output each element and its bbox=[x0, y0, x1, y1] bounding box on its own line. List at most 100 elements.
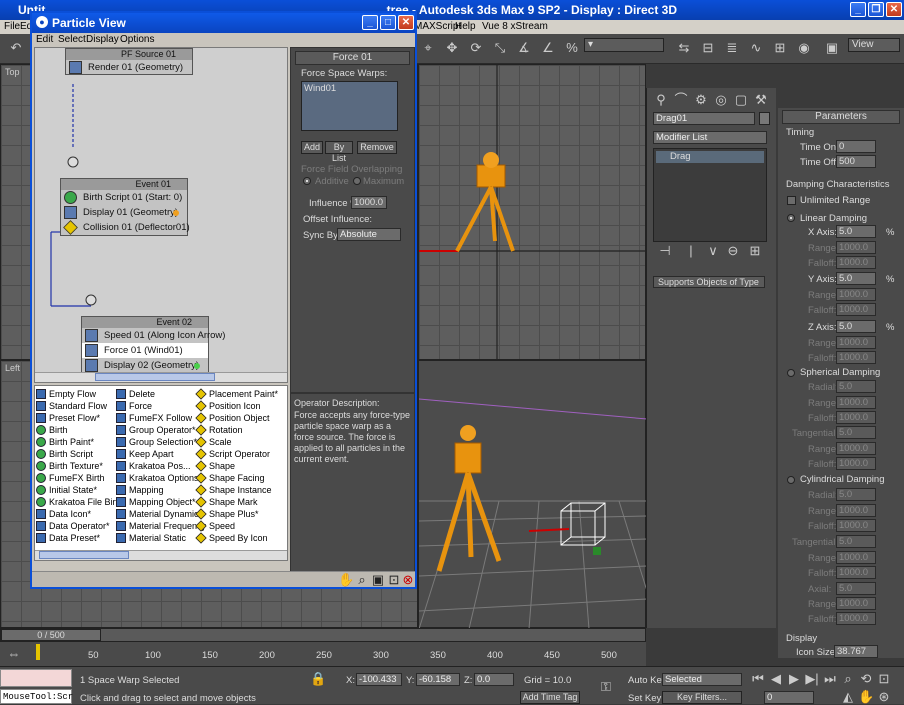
graph-horizontal-scrollbar[interactable] bbox=[35, 372, 287, 382]
radial-range-spinner[interactable]: 1000.0 bbox=[836, 396, 876, 409]
depot-item[interactable]: Birth bbox=[35, 424, 115, 436]
x-axis-spinner[interactable]: 5.0 bbox=[836, 225, 876, 238]
depot-item[interactable]: Script Operator bbox=[195, 448, 285, 460]
event01-title[interactable]: Event 01 bbox=[61, 179, 187, 190]
prev-frame-icon[interactable]: ◀ bbox=[768, 671, 784, 687]
depot-item[interactable]: Shape Instance bbox=[195, 484, 285, 496]
maxscript-mini-listener[interactable] bbox=[0, 669, 72, 687]
pv-maximize-button[interactable]: □ bbox=[380, 15, 396, 30]
force-space-warps-list[interactable]: Wind01 bbox=[301, 81, 398, 131]
event01-node[interactable]: Event 01 Birth Script 01 (Start: 0) Disp… bbox=[60, 178, 190, 236]
depot-scrollbar[interactable] bbox=[35, 550, 287, 560]
motion-tab-icon[interactable]: ◎ bbox=[713, 92, 729, 108]
remove-button[interactable]: Remove bbox=[357, 141, 397, 154]
force-rollout-header[interactable]: Force 01 bbox=[295, 51, 410, 65]
show-end-result-icon[interactable]: | bbox=[683, 243, 699, 259]
object-name-field[interactable]: Drag01 bbox=[653, 112, 755, 125]
pv-menu-display[interactable]: Display bbox=[86, 34, 119, 45]
depot-item[interactable]: Material Frequency bbox=[115, 520, 206, 532]
graph-scroll-thumb[interactable] bbox=[95, 373, 215, 381]
pv-menu-select[interactable]: Select bbox=[58, 34, 86, 45]
select-icon[interactable]: ⌖ bbox=[420, 40, 436, 56]
depot-item[interactable]: Material Static bbox=[115, 532, 195, 544]
set-key-label[interactable]: Set Key bbox=[628, 693, 661, 704]
configure-sets-icon[interactable]: ⊞ bbox=[747, 243, 763, 259]
axial-range-spinner[interactable]: 1000.0 bbox=[836, 597, 876, 610]
depot-scroll-thumb[interactable] bbox=[39, 551, 129, 559]
key-mode-dropdown[interactable]: Selected bbox=[662, 673, 742, 686]
pv-menu-edit[interactable]: Edit bbox=[36, 34, 53, 45]
pv-close-button[interactable]: ✕ bbox=[398, 15, 414, 30]
zoom-viewport-icon[interactable]: ⌕ bbox=[840, 671, 856, 687]
force-operator[interactable]: Force 01 (Wind01) bbox=[82, 343, 208, 358]
current-frame-field[interactable]: 0 bbox=[764, 691, 814, 704]
layers-icon[interactable]: ≣ bbox=[724, 40, 740, 56]
add-time-tag-button[interactable]: Add Time Tag bbox=[520, 691, 580, 704]
depot-item[interactable]: Krakatoa Options bbox=[115, 472, 199, 484]
pv-menu-options[interactable]: Options bbox=[120, 34, 154, 45]
depot-item[interactable]: Force bbox=[115, 400, 195, 412]
named-selection-dropdown[interactable]: ▾ bbox=[584, 38, 664, 52]
menu-help[interactable]: Help bbox=[455, 21, 476, 32]
tangential-spinner[interactable]: 5.0 bbox=[836, 426, 876, 439]
y-range-spinner[interactable]: 1000.0 bbox=[836, 288, 876, 301]
depot-item[interactable]: Data Icon* bbox=[35, 508, 115, 520]
depot-item[interactable]: Shape Mark bbox=[195, 496, 285, 508]
display-tab-icon[interactable]: ▢ bbox=[733, 92, 749, 108]
create-tab-icon[interactable]: ⚲ bbox=[653, 92, 669, 108]
parameters-header[interactable]: Parameters bbox=[782, 110, 900, 124]
depot-item[interactable]: Preset Flow* bbox=[35, 412, 115, 424]
snap-icon[interactable]: ∡ bbox=[516, 40, 532, 56]
undo-icon[interactable]: ↶ bbox=[8, 40, 24, 56]
x-range-spinner[interactable]: 1000.0 bbox=[836, 241, 876, 254]
z-axis-spinner[interactable]: 5.0 bbox=[836, 320, 876, 333]
depot-item[interactable]: Speed bbox=[195, 520, 285, 532]
depot-item[interactable]: Birth Texture* bbox=[35, 460, 115, 472]
depot-item[interactable]: Group Selection* bbox=[115, 436, 197, 448]
depot-item[interactable]: Keep Apart bbox=[115, 448, 195, 460]
view-dropdown[interactable]: View bbox=[848, 38, 900, 52]
close-button[interactable]: ✕ bbox=[886, 2, 902, 17]
icon-size-spinner[interactable]: 38.767 bbox=[834, 645, 878, 658]
modifier-list-dropdown[interactable]: Modifier List bbox=[653, 131, 767, 144]
pin-stack-icon[interactable]: ⊣ bbox=[657, 243, 673, 259]
depot-item[interactable]: FumeFX Follow bbox=[115, 412, 195, 424]
axial-falloff-spinner[interactable]: 1000.0 bbox=[836, 612, 876, 625]
hierarchy-tab-icon[interactable]: ⚙ bbox=[693, 92, 709, 108]
depot-item[interactable]: Mapping bbox=[115, 484, 195, 496]
depot-item[interactable]: Data Preset* bbox=[35, 532, 115, 544]
play-icon[interactable]: ▶ bbox=[786, 671, 802, 687]
linear-damping-radio[interactable] bbox=[787, 214, 795, 222]
render-setup-icon[interactable]: ▣ bbox=[824, 40, 840, 56]
depot-item[interactable]: Position Object bbox=[195, 412, 285, 424]
viewport-perspective[interactable] bbox=[418, 360, 647, 629]
make-unique-icon[interactable]: ∨ bbox=[705, 243, 721, 259]
depot-item[interactable]: Placement Paint* bbox=[195, 388, 285, 400]
depot-item[interactable]: Scale bbox=[195, 436, 285, 448]
time-slider[interactable]: 0 / 500 bbox=[0, 628, 646, 642]
viewport-left-label[interactable]: Left bbox=[5, 363, 20, 373]
depot-item[interactable]: Shape Plus* bbox=[195, 508, 285, 520]
x-coord-field[interactable]: -100.433 bbox=[356, 673, 402, 686]
track-bar-toggle-icon[interactable]: ⇔ bbox=[6, 646, 22, 662]
axial-spinner[interactable]: 5.0 bbox=[836, 582, 876, 595]
menu-file[interactable]: File bbox=[4, 21, 20, 32]
y-coord-field[interactable]: -60.158 bbox=[416, 673, 460, 686]
collision-operator[interactable]: Collision 01 (Deflector01) bbox=[61, 220, 190, 235]
particle-flow-graph[interactable]: PF Source 01 Render 01 (Geometry) Event … bbox=[34, 47, 288, 383]
maxscript-listener[interactable]: MouseTool:Scr bbox=[0, 689, 73, 704]
depot-item[interactable]: Rotation bbox=[195, 424, 285, 436]
material-editor-icon[interactable]: ◉ bbox=[796, 40, 812, 56]
depot-item[interactable]: Delete bbox=[115, 388, 195, 400]
rotate-icon[interactable]: ⟳ bbox=[468, 40, 484, 56]
maximize-viewport-icon[interactable]: ⊡ bbox=[876, 671, 892, 687]
add-button[interactable]: Add bbox=[301, 141, 323, 154]
event02-node[interactable]: Event 02 Speed 01 (Along Icon Arrow) For… bbox=[81, 316, 225, 374]
depot-item[interactable]: Material Dynamic bbox=[115, 508, 199, 520]
zoom-icon[interactable]: ⌕ bbox=[354, 572, 370, 588]
goto-end-icon[interactable]: ⏭ bbox=[822, 671, 838, 687]
time-on-spinner[interactable]: 0 bbox=[836, 140, 876, 153]
object-color-swatch[interactable] bbox=[759, 112, 770, 125]
depot-item[interactable]: Birth Paint* bbox=[35, 436, 115, 448]
depot-item[interactable]: Initial State* bbox=[35, 484, 115, 496]
